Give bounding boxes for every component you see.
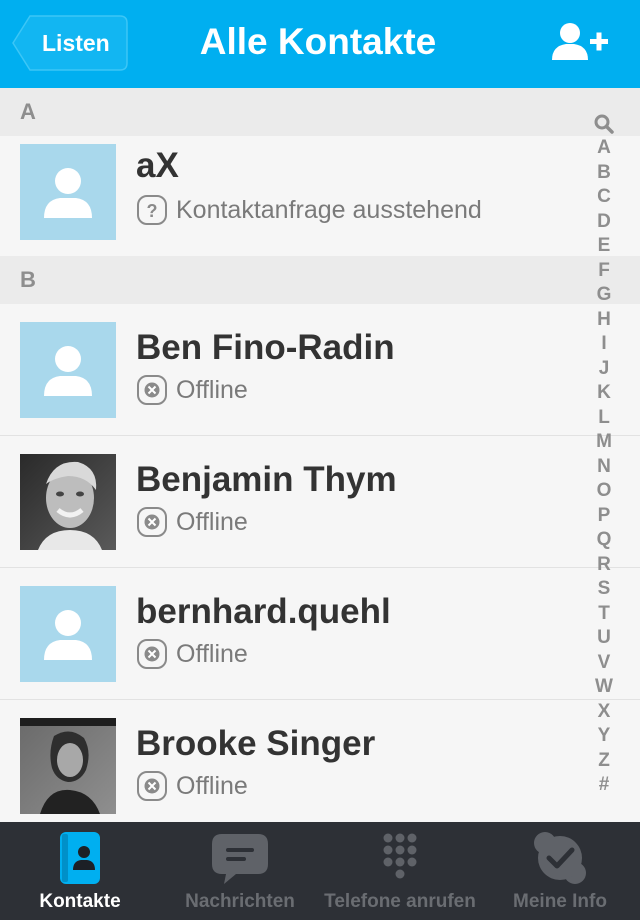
add-contact-icon[interactable] xyxy=(552,22,610,62)
section-letter: A xyxy=(20,99,36,124)
index-letter[interactable]: I xyxy=(590,332,618,357)
index-letter[interactable]: Y xyxy=(590,724,618,749)
section-header-b: B xyxy=(0,256,640,304)
contact-name: aX xyxy=(136,146,179,185)
index-letter[interactable]: O xyxy=(590,479,618,504)
index-letter[interactable]: Z xyxy=(590,749,618,774)
tab-label: Nachrichten xyxy=(185,891,295,912)
back-button[interactable]: Listen xyxy=(12,15,128,71)
page-title: Alle Kontakte xyxy=(199,21,437,62)
tab-nachrichten[interactable]: Nachrichten xyxy=(160,822,320,920)
avatar-default xyxy=(20,144,116,240)
index-letter[interactable]: X xyxy=(590,700,618,725)
index-letter[interactable]: L xyxy=(590,406,618,431)
index-letter[interactable]: E xyxy=(590,234,618,259)
index-letter[interactable]: D xyxy=(590,210,618,235)
contact-name: Brooke Singer xyxy=(136,724,376,763)
index-letter[interactable]: V xyxy=(590,651,618,676)
index-letter[interactable]: B xyxy=(590,161,618,186)
section-letter: B xyxy=(20,267,36,292)
svg-text:?: ? xyxy=(147,201,158,221)
contact-row[interactable]: bernhard.quehl Offline xyxy=(0,568,640,700)
tab-telefone-anrufen[interactable]: Telefone anrufen xyxy=(320,822,480,920)
index-letter[interactable]: G xyxy=(590,283,618,308)
profile-photo xyxy=(20,454,116,550)
index-letter[interactable]: H xyxy=(590,308,618,333)
tab-bar: Kontakte Nachrichten Telefone anrufen Me… xyxy=(0,822,640,920)
index-letter[interactable]: C xyxy=(590,185,618,210)
index-letter[interactable]: K xyxy=(590,381,618,406)
tab-label: Meine Info xyxy=(513,891,607,912)
alphabet-index[interactable]: A B C D E F G H I J K L M N O P Q R S T U V W X Y Z # xyxy=(590,112,618,798)
search-icon xyxy=(594,114,614,134)
contact-name: bernhard.quehl xyxy=(136,592,391,631)
dialpad-icon xyxy=(383,833,417,879)
index-letter[interactable]: A xyxy=(590,136,618,161)
tab-meine-info[interactable]: Meine Info xyxy=(480,822,640,920)
contact-row[interactable]: aX ? Kontaktanfrage ausstehend xyxy=(0,136,640,268)
index-letter[interactable]: F xyxy=(590,259,618,284)
index-search-icon[interactable] xyxy=(590,112,618,136)
contact-status-text: Offline xyxy=(176,640,248,668)
tab-label: Kontakte xyxy=(39,891,121,912)
index-letter[interactable]: Q xyxy=(590,528,618,553)
section-header-a: A xyxy=(0,88,640,136)
index-letter[interactable]: R xyxy=(590,553,618,578)
person-placeholder-icon xyxy=(20,322,116,418)
contact-name: Benjamin Thym xyxy=(136,460,397,499)
offline-icon xyxy=(137,507,167,537)
index-letters[interactable]: A B C D E F G H I J K L M N O P Q R S T U V W X Y Z # xyxy=(590,136,618,798)
person-placeholder-icon xyxy=(20,144,116,240)
index-letter[interactable]: U xyxy=(590,626,618,651)
index-letter[interactable]: J xyxy=(590,357,618,382)
contact-list[interactable]: A aX ? Kontaktanfrage ausstehend B Ben F… xyxy=(0,88,640,822)
index-letter[interactable]: T xyxy=(590,602,618,627)
contact-status-text: Offline xyxy=(176,772,248,800)
avatar-photo xyxy=(20,454,116,550)
contacts-icon xyxy=(60,832,100,884)
index-letter[interactable]: W xyxy=(590,675,618,700)
contact-row[interactable]: Brooke Singer Offline xyxy=(0,700,640,822)
contact-status-text: Offline xyxy=(176,376,248,404)
offline-icon xyxy=(137,375,167,405)
back-button-label: Listen xyxy=(42,30,110,56)
chat-icon xyxy=(212,834,268,884)
contact-status-text: Kontaktanfrage ausstehend xyxy=(176,196,482,224)
contact-status-text: Offline xyxy=(176,508,248,536)
profile-photo xyxy=(20,718,116,814)
contact-row[interactable]: Benjamin Thym Offline xyxy=(0,436,640,568)
person-placeholder-icon xyxy=(20,586,116,682)
index-letter[interactable]: # xyxy=(590,773,618,798)
avatar-photo xyxy=(20,718,116,814)
contact-row[interactable]: Ben Fino-Radin Offline xyxy=(0,304,640,436)
index-letter[interactable]: S xyxy=(590,577,618,602)
avatar-default xyxy=(20,586,116,682)
offline-icon xyxy=(137,771,167,801)
offline-icon xyxy=(137,639,167,669)
index-letter[interactable]: N xyxy=(590,455,618,480)
nav-bar: Listen Alle Kontakte xyxy=(0,0,640,89)
index-letter[interactable]: M xyxy=(590,430,618,455)
index-letter[interactable]: P xyxy=(590,504,618,529)
question-icon: ? xyxy=(137,195,167,225)
tab-label: Telefone anrufen xyxy=(324,891,476,912)
tab-kontakte[interactable]: Kontakte xyxy=(0,822,160,920)
avatar-default xyxy=(20,322,116,418)
skype-check-icon xyxy=(534,832,586,884)
contact-name: Ben Fino-Radin xyxy=(136,328,395,367)
